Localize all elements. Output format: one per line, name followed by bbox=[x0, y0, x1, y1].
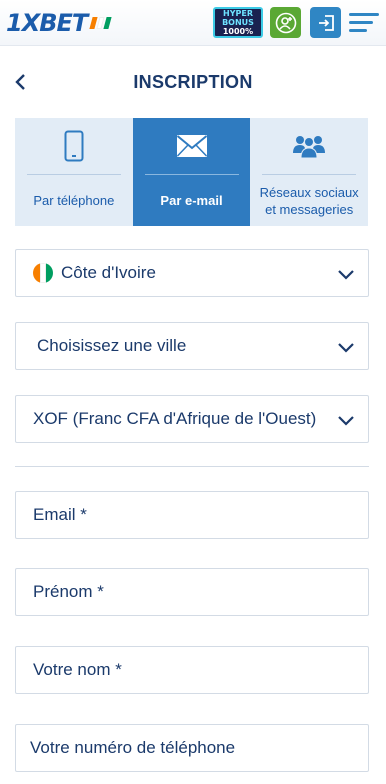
user-add-icon bbox=[275, 12, 296, 33]
phone-field[interactable]: Votre numéro de téléphone bbox=[15, 724, 369, 772]
currency-select[interactable]: XOF (Franc CFA d'Afrique de l'Ouest) bbox=[15, 395, 369, 443]
brand-logo[interactable]: 1XBET bbox=[6, 9, 112, 37]
tab-email-label: Par e-mail bbox=[160, 193, 223, 208]
smartphone-icon bbox=[64, 130, 84, 162]
email-label: Email * bbox=[33, 505, 87, 524]
hamburger-menu-icon[interactable] bbox=[349, 13, 379, 33]
page-title: INSCRIPTION bbox=[133, 72, 253, 92]
chevron-down-icon bbox=[338, 343, 354, 353]
firstname-field[interactable]: Prénom * bbox=[15, 568, 369, 616]
hyper-bonus-banner[interactable]: HYPER BONUS 1000% bbox=[213, 7, 263, 38]
tab-social-label: Réseaux sociaux et messageries bbox=[259, 184, 359, 217]
logo-flag-icon bbox=[89, 17, 112, 29]
tab-phone[interactable]: Par téléphone bbox=[15, 118, 133, 226]
envelope-icon bbox=[176, 135, 207, 157]
firstname-label: Prénom * bbox=[33, 582, 104, 601]
tab-phone-label: Par téléphone bbox=[33, 193, 115, 208]
chevron-down-icon bbox=[338, 416, 354, 426]
country-select[interactable]: Côte d'Ivoire bbox=[15, 249, 369, 297]
lastname-label: Votre nom * bbox=[33, 660, 122, 679]
cote-divoire-flag-icon bbox=[33, 263, 53, 283]
chevron-down-icon bbox=[338, 270, 354, 280]
lastname-field[interactable]: Votre nom * bbox=[15, 646, 369, 694]
logo-text: 1XBET bbox=[6, 9, 88, 37]
top-app-bar: 1XBET HYPER BONUS 1000% bbox=[0, 0, 386, 46]
city-select[interactable]: Choisissez une ville bbox=[15, 322, 369, 370]
section-divider bbox=[15, 466, 369, 467]
promo-line2: BONUS bbox=[222, 18, 254, 27]
tab-social[interactable]: Réseaux sociaux et messageries bbox=[250, 118, 369, 226]
phone-label: Votre numéro de téléphone bbox=[30, 738, 236, 757]
people-group-icon bbox=[293, 136, 326, 159]
country-value: Côte d'Ivoire bbox=[61, 263, 156, 282]
login-button[interactable] bbox=[310, 7, 341, 38]
tab-email[interactable]: Par e-mail bbox=[132, 118, 251, 226]
email-field[interactable]: Email * bbox=[15, 491, 369, 539]
city-placeholder: Choisissez une ville bbox=[37, 336, 187, 355]
promo-line3: 1000% bbox=[222, 27, 254, 36]
register-button[interactable] bbox=[270, 7, 301, 38]
currency-value: XOF (Franc CFA d'Afrique de l'Ouest) bbox=[33, 409, 317, 428]
registration-method-tabs: Par téléphone Par e-mail Réseaux sociaux bbox=[15, 118, 369, 226]
sign-in-icon bbox=[318, 14, 334, 31]
promo-line1: HYPER bbox=[223, 9, 253, 18]
